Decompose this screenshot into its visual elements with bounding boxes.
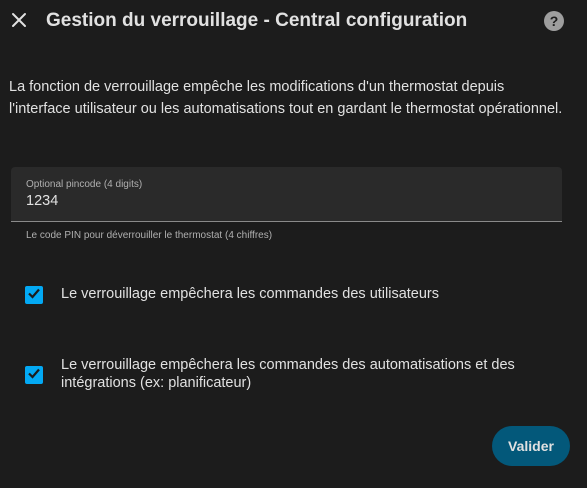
prevent-automation-commands-label[interactable]: Le verrouillage empêchera les commandes … [61,356,561,392]
validate-button[interactable]: Valider [492,426,570,466]
dialog-title: Gestion du verrouillage - Central config… [46,10,468,31]
help-circle-icon: ? [543,11,565,36]
dialog-description: La fonction de verrouillage empêche les … [9,79,563,117]
prevent-automation-commands-checkbox[interactable] [25,366,43,384]
dialog-header: Gestion du verrouillage - Central config… [0,0,587,44]
prevent-user-commands-checkbox[interactable] [25,286,43,304]
pincode-input[interactable] [26,193,526,209]
svg-text:?: ? [550,13,559,29]
checkmark-icon [27,286,41,305]
close-icon [11,12,27,33]
help-button[interactable]: ? [543,10,565,32]
lock-management-dialog: Gestion du verrouillage - Central config… [0,0,587,488]
pincode-field-label: Optional pincode (4 digits) [26,179,143,190]
close-button[interactable] [6,9,32,35]
prevent-user-commands-label[interactable]: Le verrouillage empêchera les commandes … [61,285,561,303]
checkmark-icon [27,366,41,385]
pincode-helper-text: Le code PIN pour déverrouiller le thermo… [26,230,273,241]
pincode-field[interactable]: Optional pincode (4 digits) [11,167,562,222]
